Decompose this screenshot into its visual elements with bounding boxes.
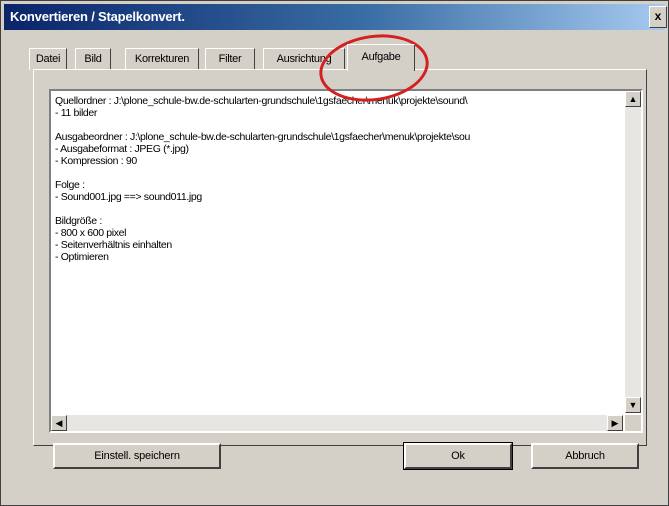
tab-aufgabe[interactable]: Aufgabe (347, 44, 415, 71)
scroll-corner (625, 415, 641, 431)
task-summary-text: Quellordner : J:\plone_schule-bw.de-schu… (55, 95, 623, 405)
text-line (55, 119, 623, 131)
tab-datei[interactable]: Datei (29, 48, 67, 70)
tab-filter[interactable]: Filter (205, 48, 255, 70)
text-line: Ausgabeordner : J:\plone_schule-bw.de-sc… (55, 131, 471, 143)
text-line: - Optimieren (55, 251, 109, 263)
text-line: - Seitenverhältnis einhalten (55, 239, 172, 251)
text-line: - Ausgabeformat : JPEG (*.jpg) (55, 143, 189, 155)
tab-ausrichtung[interactable]: Ausrichtung (263, 48, 345, 70)
ok-button[interactable]: Ok (403, 442, 513, 470)
text-line (55, 167, 623, 179)
close-button[interactable]: x (649, 6, 667, 28)
text-line: - 800 x 600 pixel (55, 227, 127, 239)
window-title: Konvertieren / Stapelkonvert. (10, 9, 185, 24)
text-line: - Kompression : 90 (55, 155, 137, 167)
text-line: - 11 bilder (55, 107, 98, 119)
title-bar[interactable]: Konvertieren / Stapelkonvert. x (4, 4, 667, 30)
save-settings-button[interactable]: Einstell. speichern (53, 443, 221, 469)
text-line: Quellordner : J:\plone_schule-bw.de-schu… (55, 95, 468, 107)
text-line: Folge : (55, 179, 85, 191)
text-line: - Sound001.jpg ==> sound011.jpg (55, 191, 202, 203)
scroll-right-icon[interactable]: ▶ (607, 415, 623, 431)
scroll-down-icon[interactable]: ▼ (625, 397, 641, 413)
tab-korrekturen[interactable]: Korrekturen (125, 48, 199, 70)
horizontal-scrollbar[interactable]: ◀ ▶ (51, 415, 623, 431)
text-line: Bildgröße : (55, 215, 102, 227)
vertical-scrollbar[interactable]: ▲ ▼ (625, 91, 641, 413)
cancel-button[interactable]: Abbruch (531, 443, 639, 469)
task-summary-textarea[interactable]: Quellordner : J:\plone_schule-bw.de-schu… (49, 89, 643, 433)
scroll-up-icon[interactable]: ▲ (625, 91, 641, 107)
text-line (55, 203, 623, 215)
dialog-window: Konvertieren / Stapelkonvert. x Datei Bi… (0, 0, 669, 506)
scroll-left-icon[interactable]: ◀ (51, 415, 67, 431)
tab-bild[interactable]: Bild (75, 48, 111, 70)
